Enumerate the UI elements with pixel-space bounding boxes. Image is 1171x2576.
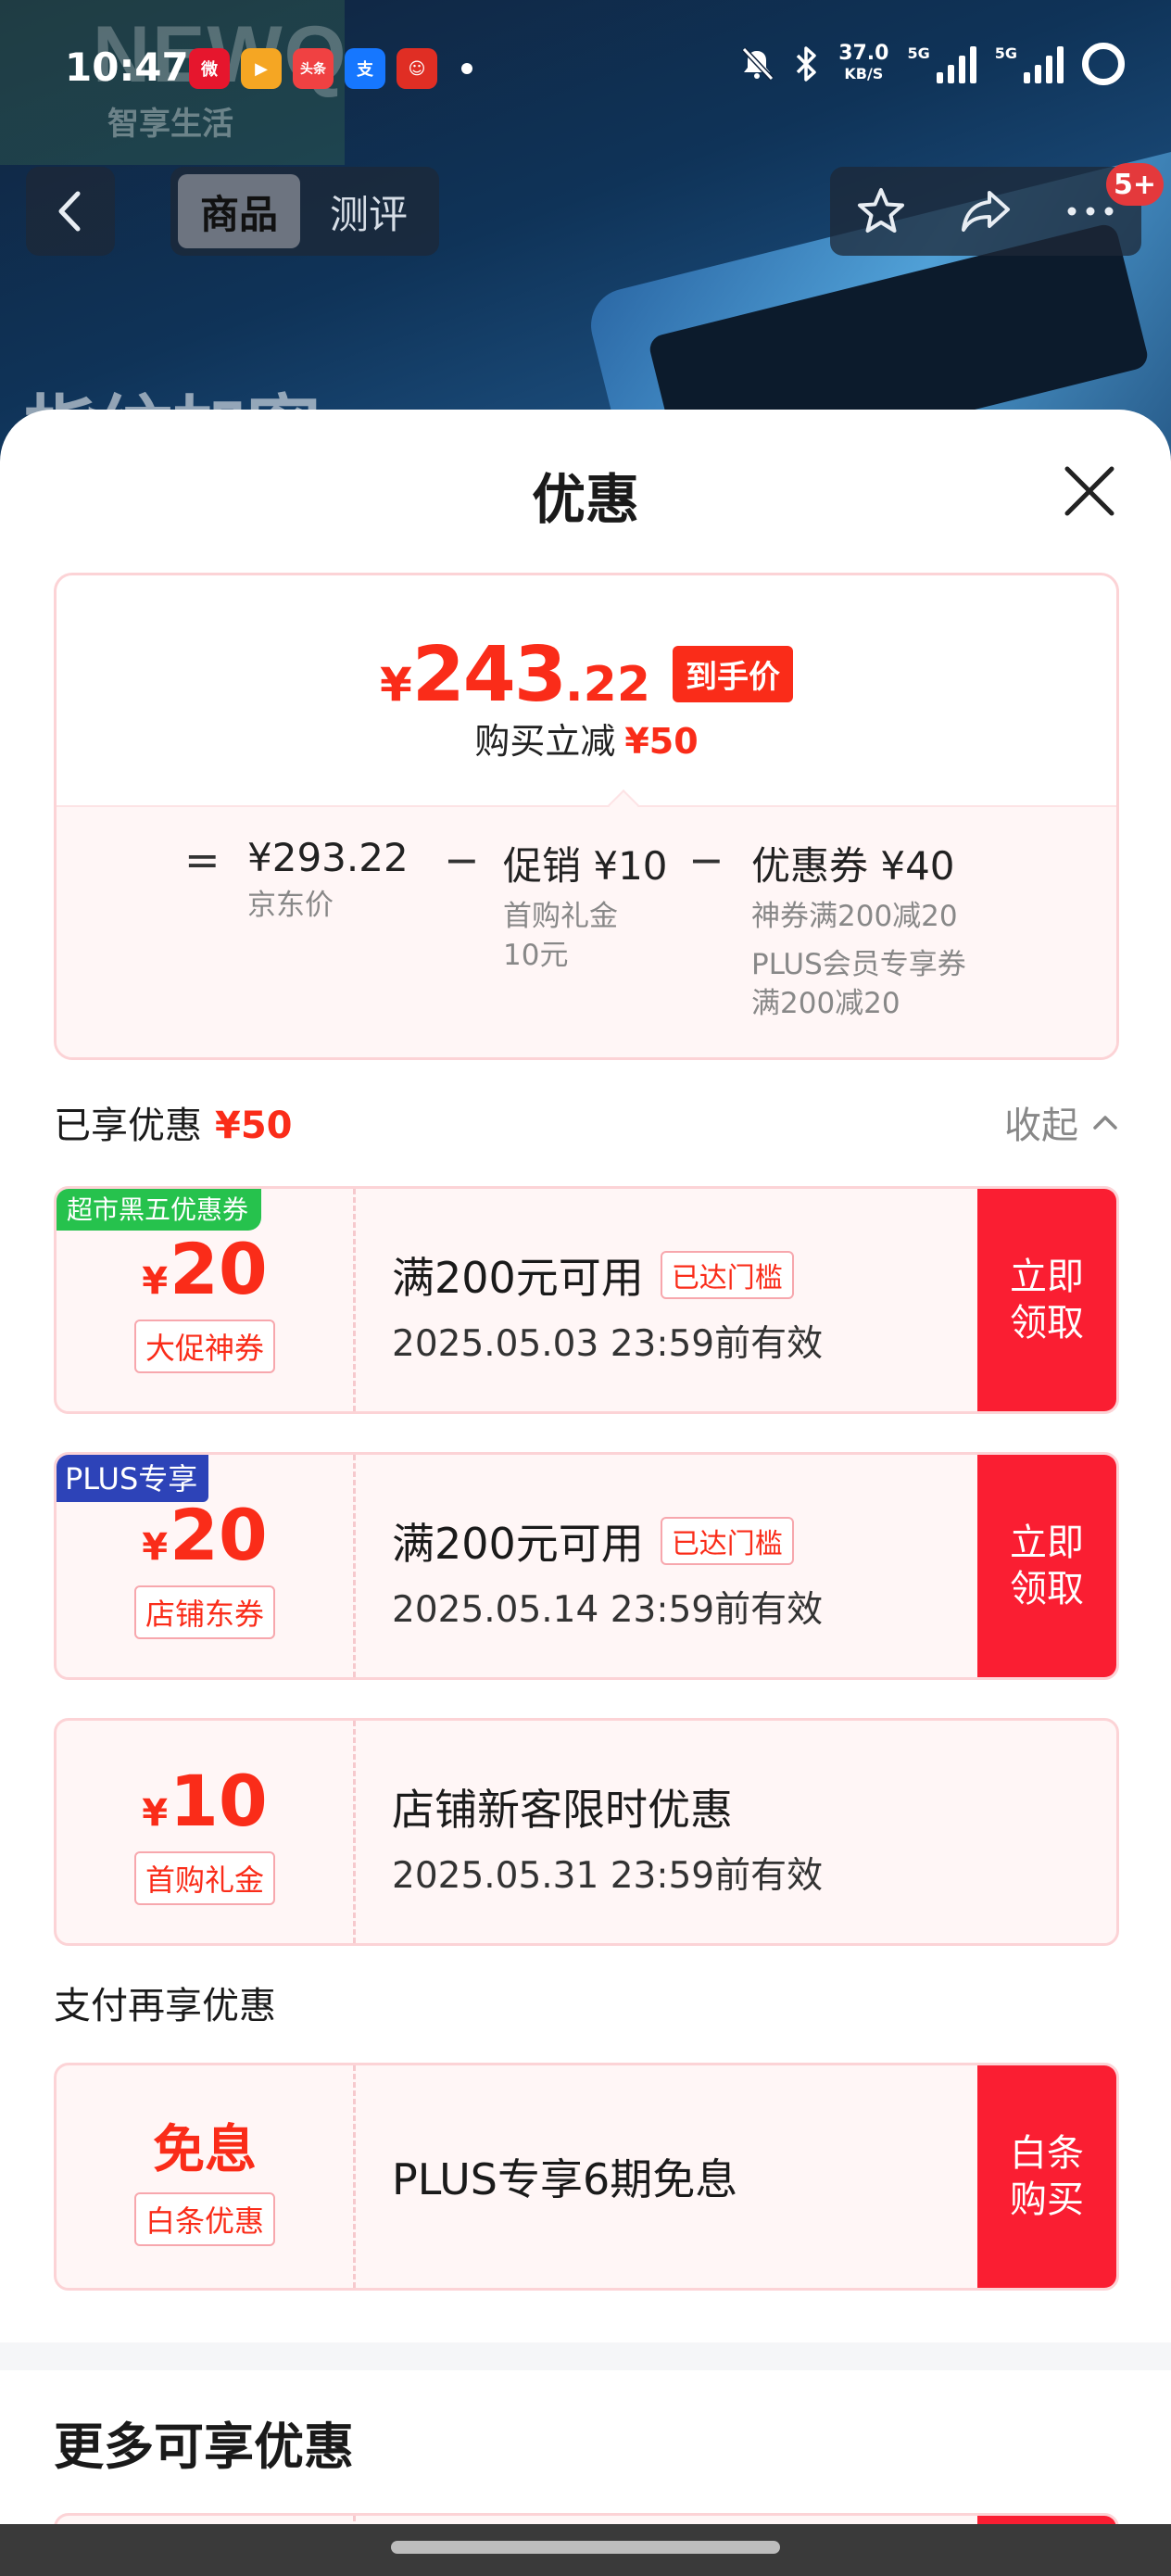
promo-item: 促销 ¥10 首购礼金 10元 <box>503 835 668 975</box>
claim-coupon-button[interactable]: 立即 领取 <box>977 1455 1116 1677</box>
signal-icon-2: 5G <box>995 44 1064 83</box>
video-app-icon: ▶ <box>241 48 282 89</box>
system-icons: 37.0 KB/S 5G 5G <box>738 43 1125 85</box>
coupon-divider <box>353 1455 356 1677</box>
coupon-divider <box>353 1721 356 1943</box>
section-separator <box>0 2342 1171 2370</box>
minus-sign: − <box>444 835 480 885</box>
status-time: 10:47 <box>65 44 189 90</box>
instant-discount-value: ¥50 <box>624 721 699 762</box>
instant-discount: 购买立减 ¥50 <box>57 713 1116 764</box>
coupon-info: 满200元可用 已达门槛 2025.05.03 23:59前有效 <box>392 1244 823 1367</box>
coupon-divider <box>353 2065 356 2288</box>
more-notifications-dot <box>461 63 472 74</box>
coupon-card: 超市黑五优惠券 ¥20 大促神券 满200元可用 已达门槛 2025.05.03… <box>54 1186 1119 1414</box>
threshold-reached-tag: 已达门槛 <box>660 1517 794 1565</box>
minus-sign: − <box>688 835 724 885</box>
coupon-type-tag: 店铺东券 <box>133 1585 275 1639</box>
share-icon[interactable] <box>958 185 1014 237</box>
signal-icon-1: 5G <box>907 44 976 83</box>
coupon-type-tag: 首购礼金 <box>133 1850 275 1905</box>
coupon-condition: 满200元可用 已达门槛 <box>392 1510 823 1572</box>
installment-value: 免息 白条优惠 <box>57 2065 353 2288</box>
star-icon[interactable] <box>855 185 907 237</box>
baitiao-buy-button[interactable]: 白条 购买 <box>977 2065 1116 2288</box>
promo-value: 促销 ¥10 <box>503 843 668 889</box>
interest-free-label: 免息 <box>153 2119 257 2180</box>
nav-actions <box>830 167 1141 256</box>
weibo-icon: 微 <box>189 48 230 89</box>
coupon-validity: 2025.05.03 23:59前有效 <box>392 1323 824 1365</box>
claim-coupon-button[interactable]: 立即 领取 <box>977 1189 1116 1411</box>
coupon-condition: 店铺新客限时优惠 <box>392 1785 733 1835</box>
coupon-amount: ¥10 <box>142 1759 268 1842</box>
coupon-type-tag: 大促神券 <box>133 1319 275 1373</box>
coupon-validity: 2025.05.14 23:59前有效 <box>392 1589 824 1631</box>
chevron-up-icon <box>1093 1116 1117 1130</box>
more-discounts-title: 更多可享优惠 <box>54 2418 354 2476</box>
tab-product[interactable]: 商品 <box>178 174 300 248</box>
coupon-divider <box>353 1189 356 1411</box>
jd-price-item: ¥293.22 京东价 <box>247 835 409 925</box>
discount-sheet: 优惠 ¥243.22 到手价 购买立减 ¥50 = ¥293.22 京东价 − 促… <box>0 410 1171 2576</box>
coupon-info: 店铺新客限时优惠 2025.05.31 23:59前有效 <box>392 1776 823 1899</box>
coupon-detail-1: 神券满200减20 <box>751 900 958 933</box>
price-breakdown: = ¥293.22 京东价 − 促销 ¥10 首购礼金 10元 − 优惠券 ¥4… <box>57 805 1116 1057</box>
payment-discount-title: 支付再享优惠 <box>54 1985 276 2027</box>
close-icon[interactable] <box>1060 461 1119 521</box>
baitiao-tag: 白条优惠 <box>133 2191 275 2246</box>
collapse-button[interactable]: 收起 <box>1004 1095 1119 1149</box>
installment-card: 免息 白条优惠 PLUS专享6期免息 白条 购买 <box>54 2063 1119 2291</box>
battery-icon <box>1082 43 1125 85</box>
home-gesture-handle[interactable] <box>391 2541 780 2554</box>
coupon-value: ¥10 首购礼金 <box>57 1721 353 1943</box>
price-decimal: .22 <box>564 657 651 713</box>
pinduoduo-icon: ☺ <box>397 48 437 89</box>
coupon-detail-2: PLUS会员专享券 满200减20 <box>751 948 966 1020</box>
message-badge: 5+ <box>1106 163 1165 206</box>
coupon-card: ¥10 首购礼金 店铺新客限时优惠 2025.05.31 23:59前有效 <box>54 1718 1119 1946</box>
back-button[interactable] <box>26 167 115 256</box>
coupon-amount: ¥20 <box>142 1227 268 1310</box>
enjoyed-discount-header: 已享优惠 ¥50 收起 <box>54 1095 1119 1149</box>
equals-sign: = <box>184 835 220 885</box>
coupon-info: 满200元可用 已达门槛 2025.05.14 23:59前有效 <box>392 1510 823 1633</box>
tab-review[interactable]: 测评 <box>308 174 430 248</box>
toutiao-icon: 头条 <box>293 48 334 89</box>
coupon-condition: 满200元可用 已达门槛 <box>392 1244 823 1306</box>
jd-price-value: ¥293.22 <box>247 835 409 880</box>
bluetooth-icon <box>796 46 816 82</box>
price-integer: 243 <box>411 631 567 719</box>
mute-icon <box>741 46 774 82</box>
sheet-title: 优惠 <box>531 468 639 531</box>
coupon-total-item: 优惠券 ¥40 神券满200减20 PLUS会员专享券 满200减20 <box>751 835 966 1023</box>
product-tabs: 商品 测评 <box>170 167 439 256</box>
promo-label: 首购礼金 10元 <box>503 900 618 972</box>
instant-discount-label: 购买立减 <box>474 721 616 762</box>
final-price: ¥243.22 到手价 <box>57 631 1116 719</box>
coupon-corner-tag: 超市黑五优惠券 <box>57 1189 262 1231</box>
installment-info: PLUS专享6期免息 <box>392 2065 737 2288</box>
threshold-reached-tag: 已达门槛 <box>660 1251 794 1299</box>
more-icon[interactable] <box>1064 202 1116 221</box>
coupon-amount: ¥20 <box>142 1493 268 1576</box>
chevron-left-icon <box>58 191 81 232</box>
coupon-total-value: 优惠券 ¥40 <box>751 843 955 889</box>
alipay-icon: 支 <box>345 48 385 89</box>
coupon-card: PLUS专享 ¥20 店铺东券 满200元可用 已达门槛 2025.05.14 … <box>54 1452 1119 1680</box>
jd-price-label: 京东价 <box>247 889 334 922</box>
enjoyed-discount-title: 已享优惠 ¥50 <box>54 1105 293 1147</box>
payment-discount-header: 支付再享优惠 <box>54 1976 1119 2029</box>
final-price-card: ¥243.22 到手价 购买立减 ¥50 = ¥293.22 京东价 − 促销 ¥… <box>54 573 1119 1060</box>
coupon-corner-tag: PLUS专享 <box>57 1455 209 1502</box>
status-bar: 10:47 微 ▶ 头条 支 ☺ 37.0 KB/S 5G 5G <box>0 0 1171 139</box>
network-speed: 37.0 KB/S <box>838 42 889 83</box>
price-currency: ¥ <box>379 658 412 712</box>
collapse-label: 收起 <box>1004 1105 1078 1147</box>
final-price-tag: 到手价 <box>673 646 794 702</box>
installment-condition: PLUS专享6期免息 <box>392 2154 738 2204</box>
coupon-validity: 2025.05.31 23:59前有效 <box>392 1855 824 1897</box>
notification-icons: 微 ▶ 头条 支 ☺ <box>189 48 472 89</box>
